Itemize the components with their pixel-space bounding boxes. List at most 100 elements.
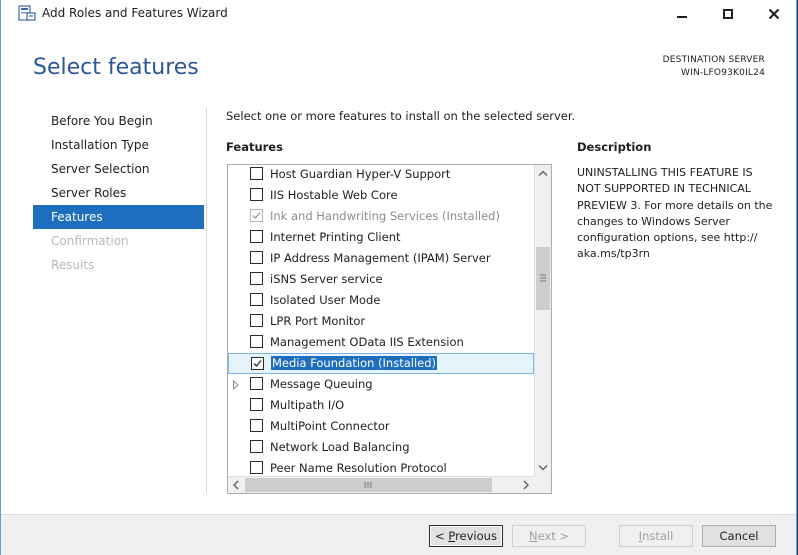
feature-label: Peer Name Resolution Protocol	[270, 461, 447, 475]
feature-label: Management OData IIS Extension	[270, 335, 464, 349]
wizard-window: Add Roles and Features Wizard Select fea…	[0, 0, 797, 555]
scroll-right-button[interactable]	[517, 477, 534, 493]
scroll-down-button[interactable]	[535, 459, 551, 476]
feature-label: IIS Hostable Web Core	[270, 188, 398, 202]
feature-row[interactable]: Management OData IIS Extension	[228, 332, 534, 353]
scroll-up-button[interactable]	[535, 165, 551, 182]
feature-label: iSNS Server service	[270, 272, 383, 286]
grip-icon	[540, 274, 546, 282]
feature-row[interactable]: iSNS Server service	[228, 269, 534, 290]
feature-checkbox[interactable]	[250, 251, 263, 264]
page-title: Select features	[33, 55, 199, 80]
description-text: UNINSTALLING THIS FEATURE IS NOT SUPPORT…	[577, 166, 773, 261]
feature-row[interactable]: Media Foundation (Installed)	[228, 353, 534, 374]
feature-row[interactable]: LPR Port Monitor	[228, 311, 534, 332]
feature-label: Ink and Handwriting Services (Installed)	[270, 209, 500, 223]
scrollbar-corner	[534, 476, 551, 493]
feature-row[interactable]: Peer Name Resolution Protocol	[228, 458, 534, 476]
feature-checkbox[interactable]	[250, 461, 263, 474]
feature-checkbox[interactable]	[250, 167, 263, 180]
window-title: Add Roles and Features Wizard	[42, 6, 228, 20]
expand-arrow-icon[interactable]	[232, 379, 240, 391]
instruction-text: Select one or more features to install o…	[226, 109, 576, 123]
maximize-button[interactable]	[705, 0, 751, 28]
nav-item-server-roles[interactable]: Server Roles	[33, 181, 204, 205]
features-heading: Features	[226, 140, 283, 154]
feature-label: Isolated User Mode	[270, 293, 381, 307]
nav-item-before-you-begin[interactable]: Before You Begin	[33, 109, 204, 133]
chevron-left-icon	[233, 480, 239, 490]
feature-checkbox[interactable]	[250, 398, 263, 411]
feature-checkbox[interactable]	[250, 230, 263, 243]
minimize-button[interactable]	[659, 0, 705, 28]
description-heading: Description	[577, 140, 652, 154]
nav-item-installation-type[interactable]: Installation Type	[33, 133, 204, 157]
vertical-scrollbar[interactable]	[534, 165, 551, 476]
nav-item-features[interactable]: Features	[33, 205, 204, 229]
scroll-left-button[interactable]	[228, 477, 245, 493]
feature-label: MultiPoint Connector	[270, 419, 390, 433]
maximize-icon	[723, 9, 733, 19]
feature-label: Multipath I/O	[270, 398, 345, 412]
feature-row[interactable]: MultiPoint Connector	[228, 416, 534, 437]
close-icon	[768, 8, 779, 20]
next-button: Next >	[512, 525, 586, 547]
feature-checkbox[interactable]	[250, 188, 263, 201]
checkmark-icon	[252, 212, 261, 219]
feature-checkbox[interactable]	[250, 377, 263, 390]
nav-item-confirmation: Confirmation	[51, 234, 129, 248]
feature-checkbox[interactable]	[251, 357, 264, 370]
feature-label: LPR Port Monitor	[270, 314, 366, 328]
feature-row[interactable]: IP Address Management (IPAM) Server	[228, 248, 534, 269]
feature-checkbox	[250, 209, 263, 222]
checkmark-icon	[253, 360, 262, 367]
feature-checkbox[interactable]	[250, 440, 263, 453]
feature-label: Message Queuing	[270, 377, 373, 391]
chevron-up-icon	[538, 170, 548, 176]
feature-row[interactable]: Isolated User Mode	[228, 290, 534, 311]
feature-label: Network Load Balancing	[270, 440, 410, 454]
feature-label: Internet Printing Client	[270, 230, 401, 244]
destination-server-name: WIN-LFO93K0IL24	[680, 68, 765, 78]
next-button-label: Next >	[528, 529, 570, 543]
features-tree-list[interactable]: Host Guardian Hyper-V Support IIS Hostabl…	[227, 164, 552, 494]
destination-server-label: DESTINATION SERVER	[662, 55, 765, 65]
horizontal-scrollbar[interactable]	[228, 476, 534, 493]
feature-row[interactable]: Multipath I/O	[228, 395, 534, 416]
close-button[interactable]	[751, 0, 796, 28]
grip-icon	[364, 482, 372, 488]
previous-button[interactable]: < Previous	[429, 525, 503, 547]
wizard-footer: < Previous Next > Install Cancel	[1, 514, 796, 555]
feature-row[interactable]: Ink and Handwriting Services (Installed)	[228, 206, 534, 227]
feature-row[interactable]: Network Load Balancing	[228, 437, 534, 458]
cancel-button-label: Cancel	[719, 529, 759, 543]
minimize-icon	[677, 16, 687, 18]
install-button: Install	[619, 525, 693, 547]
title-bar: Add Roles and Features Wizard	[1, 0, 796, 28]
chevron-right-icon	[523, 480, 529, 490]
feature-checkbox[interactable]	[250, 293, 263, 306]
feature-label: Host Guardian Hyper-V Support	[270, 167, 451, 181]
install-button-label: Install	[638, 529, 674, 543]
feature-row[interactable]: Message Queuing	[228, 374, 534, 395]
cancel-button[interactable]: Cancel	[702, 525, 776, 547]
wizard-steps-nav: Before You Begin Installation Type Serve…	[33, 109, 204, 277]
nav-divider	[206, 108, 207, 493]
vertical-scroll-thumb[interactable]	[536, 247, 550, 310]
feature-checkbox[interactable]	[250, 272, 263, 285]
previous-button-label: < Previous	[435, 529, 497, 543]
feature-row[interactable]: Internet Printing Client	[228, 227, 534, 248]
feature-checkbox[interactable]	[250, 419, 263, 432]
horizontal-scroll-thumb[interactable]	[245, 478, 492, 492]
features-list-rows: Host Guardian Hyper-V Support IIS Hostabl…	[228, 165, 534, 476]
chevron-down-icon	[538, 465, 548, 471]
feature-label: IP Address Management (IPAM) Server	[270, 251, 491, 265]
feature-label: Media Foundation (Installed)	[271, 356, 438, 370]
feature-checkbox[interactable]	[250, 314, 263, 327]
feature-row[interactable]: IIS Hostable Web Core	[228, 185, 534, 206]
feature-checkbox[interactable]	[250, 335, 263, 348]
nav-item-server-selection[interactable]: Server Selection	[33, 157, 204, 181]
feature-row[interactable]: Host Guardian Hyper-V Support	[228, 165, 534, 185]
server-manager-icon	[18, 4, 36, 22]
nav-item-results: Results	[51, 258, 95, 272]
